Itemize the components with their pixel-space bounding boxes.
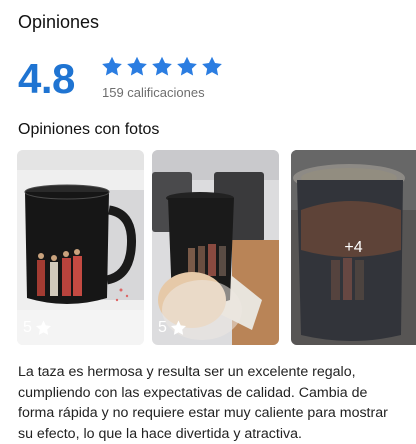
photo-rating-value: 5	[158, 319, 167, 336]
photo-rating-value: 5	[23, 319, 32, 336]
star-icon	[176, 56, 198, 77]
star-icon	[126, 56, 148, 77]
photo-rating: 5	[158, 319, 187, 337]
review-photo-2[interactable]: 5	[152, 150, 279, 345]
section-title-opiniones: Opiniones	[18, 12, 100, 32]
review-photo-3[interactable]: +4	[291, 150, 416, 345]
more-photos-overlay: +4	[291, 150, 416, 345]
ratings-count: 159 calificaciones	[102, 85, 205, 100]
review-text: La taza es hermosa y resulta ser un exce…	[18, 364, 388, 442]
star-icon	[170, 320, 187, 336]
rating-stars	[101, 56, 223, 77]
mug-photo-image	[17, 150, 144, 345]
average-rating: 4.8	[18, 55, 75, 102]
mug-photo-image	[152, 150, 279, 345]
star-icon	[101, 56, 123, 77]
review-photo-1[interactable]: 5	[17, 150, 144, 345]
star-icon	[151, 56, 173, 77]
photo-reviews-title: Opiniones con fotos	[18, 121, 160, 138]
photo-rating: 5	[23, 319, 52, 337]
star-icon	[35, 320, 52, 336]
more-photos-count: +4	[344, 238, 363, 256]
star-icon	[201, 56, 223, 77]
